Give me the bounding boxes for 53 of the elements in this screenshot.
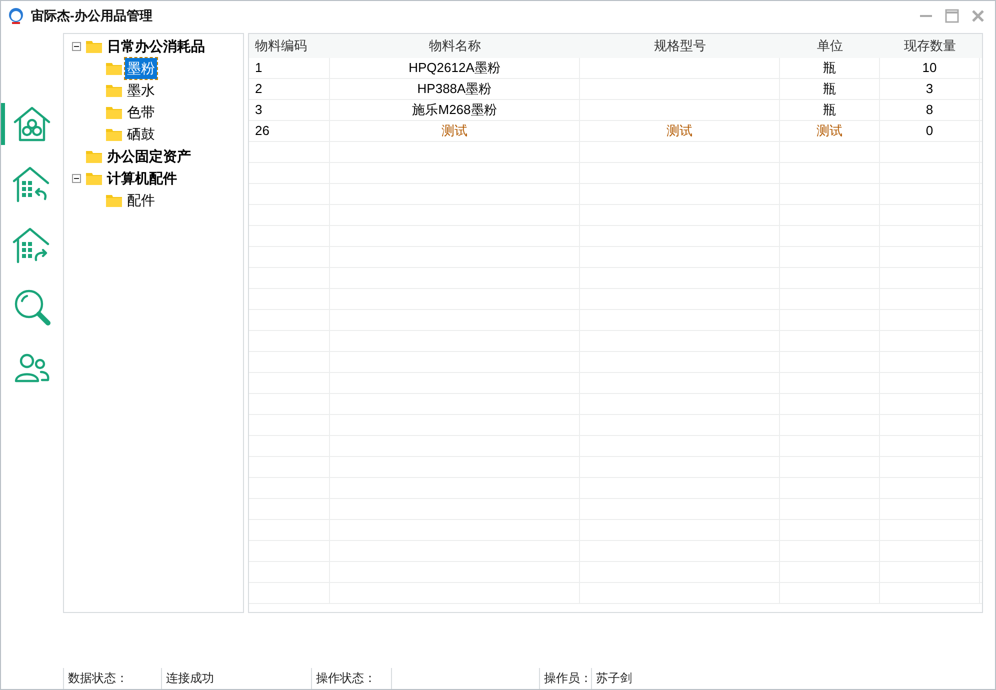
folder-icon (106, 84, 122, 96)
collapse-icon[interactable] (72, 42, 80, 50)
status-label: 数据状态： (68, 671, 128, 685)
status-label: 操作员： (544, 671, 592, 685)
table-cell: 瓶 (823, 102, 836, 117)
table-cell: 测试 (666, 123, 692, 138)
tree-item[interactable]: 色带 (125, 102, 157, 122)
app-logo-icon (7, 7, 25, 25)
house-icon (12, 104, 52, 144)
tree-item[interactable]: 日常办公消耗品 (105, 36, 207, 56)
search-icon (12, 287, 52, 327)
folder-icon (86, 40, 102, 52)
table-cell: 测试 (816, 123, 842, 138)
tree-item[interactable]: 计算机配件 (105, 168, 179, 188)
tree-item[interactable]: 墨水 (125, 80, 157, 100)
tree-item[interactable]: 墨粉 (125, 58, 157, 78)
status-value: 连接成功 (166, 671, 214, 685)
table-cell: 测试 (442, 123, 468, 138)
close-icon[interactable] (971, 9, 985, 23)
status-label: 操作状态： (316, 671, 376, 685)
table-cell: 2 (255, 81, 262, 96)
maximize-icon[interactable] (945, 9, 959, 23)
table-cell: 0 (926, 123, 934, 138)
table-cell: 瓶 (823, 60, 836, 75)
table-cell: 10 (922, 60, 937, 75)
folder-icon (86, 150, 102, 162)
status-value: 苏子剑 (596, 671, 632, 685)
column-header[interactable]: 规格型号 (580, 34, 780, 58)
folder-icon (106, 106, 122, 118)
table-cell: 施乐M268墨粉 (412, 102, 497, 117)
table-cell: 1 (255, 60, 262, 75)
column-header[interactable]: 单位 (780, 34, 880, 58)
column-header[interactable]: 现存数量 (880, 34, 980, 58)
table-cell: HPQ2612A墨粉 (408, 60, 500, 75)
column-header[interactable]: 物料编码 (249, 34, 330, 58)
table-cell: 8 (926, 102, 934, 117)
tree-item[interactable]: 办公固定资产 (105, 146, 193, 166)
collapse-icon[interactable] (72, 174, 80, 182)
table-cell: HP388A墨粉 (417, 81, 492, 96)
folder-icon (106, 62, 122, 74)
folder-icon (106, 128, 122, 140)
table-cell: 瓶 (823, 81, 836, 96)
tree-item[interactable]: 配件 (125, 190, 157, 210)
tree-item[interactable]: 硒鼓 (125, 124, 157, 144)
column-header[interactable]: 物料名称 (330, 34, 580, 58)
table-cell: 26 (255, 123, 270, 138)
folder-icon (86, 172, 102, 184)
table-cell: 3 (926, 81, 934, 96)
building-arrow-icon (12, 165, 52, 205)
folder-icon (106, 194, 122, 206)
building-arrow-icon (12, 226, 52, 266)
table-cell: 3 (255, 102, 262, 117)
window-title: 宙际杰-办公用品管理 (31, 7, 152, 26)
